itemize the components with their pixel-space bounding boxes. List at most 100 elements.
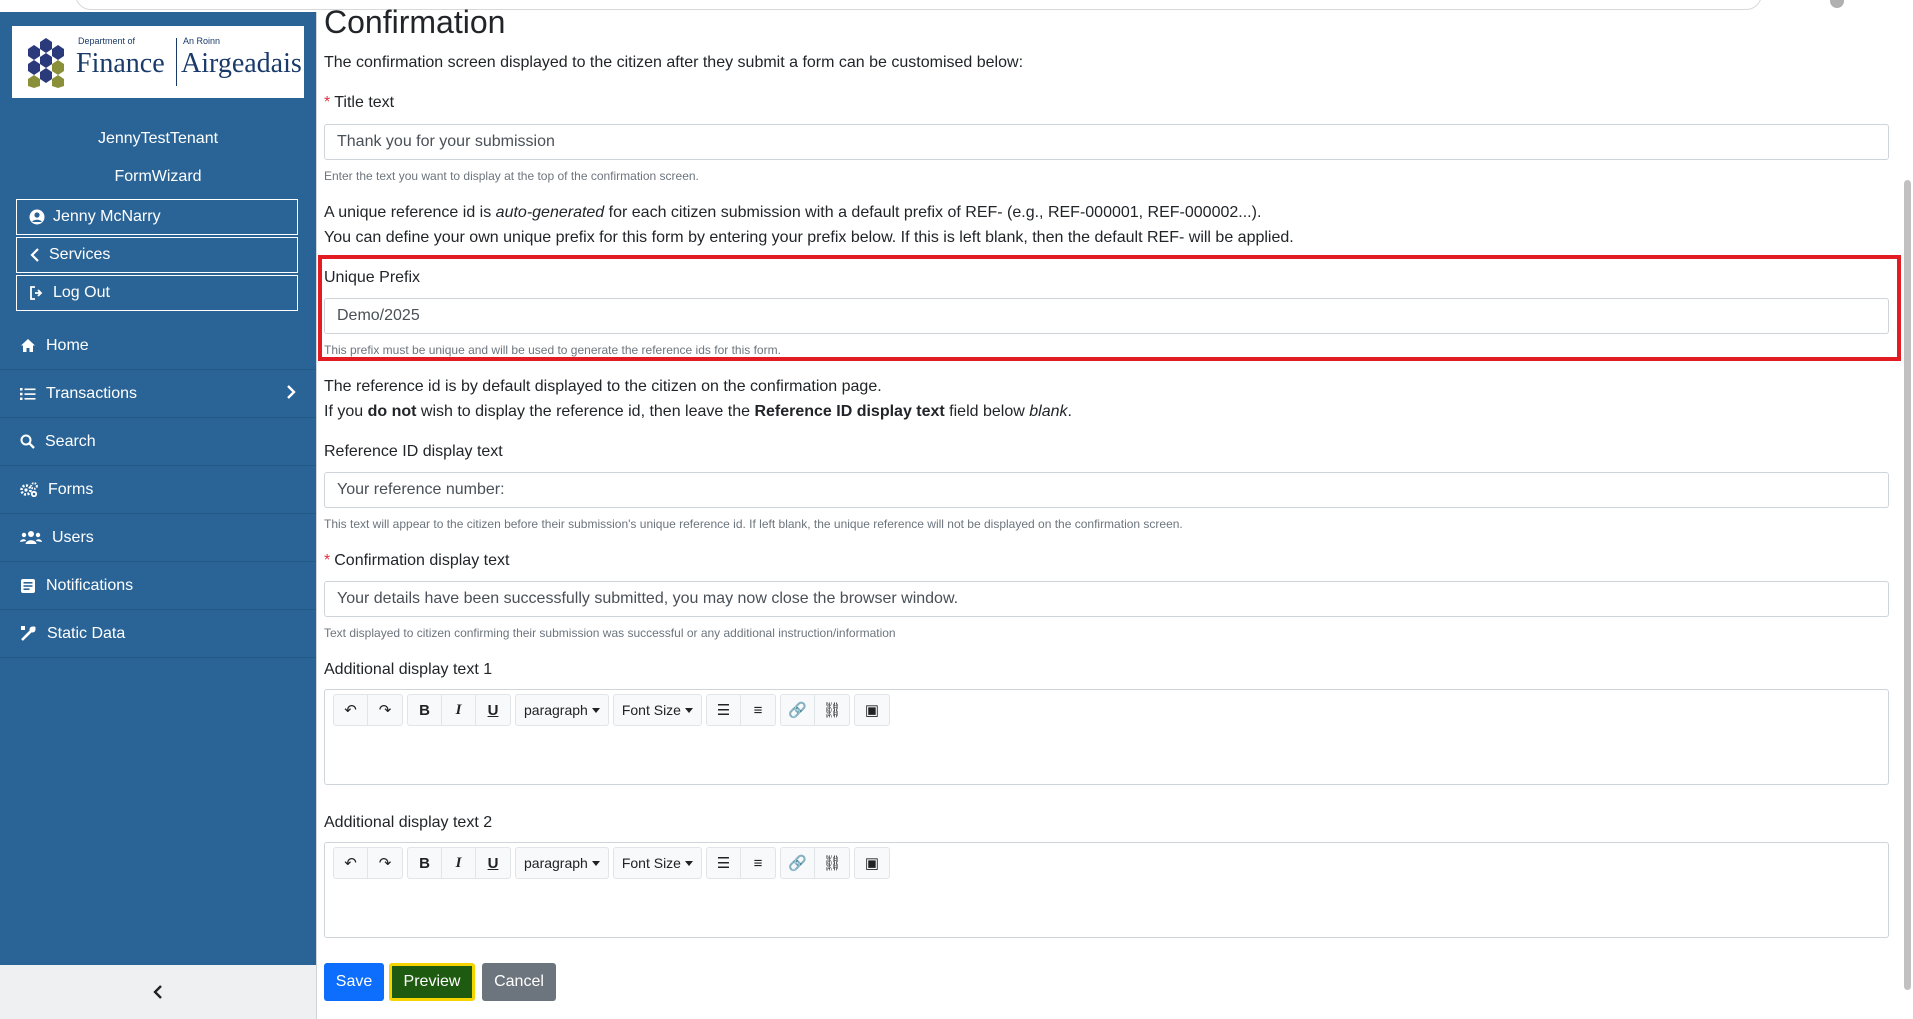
reference-id-display-value: Your reference number: — [337, 481, 505, 498]
confirmation-display-help: Text displayed to citizen confirming the… — [324, 626, 896, 640]
reference-info-line2: You can define your own unique prefix fo… — [324, 229, 1294, 246]
browser-toolbar — [0, 0, 1913, 12]
user-profile-button[interactable]: Jenny McNarry — [16, 199, 298, 235]
scrollbar-thumb[interactable] — [1904, 180, 1911, 990]
reference-display-info-line2: If you do not wish to display the refere… — [324, 403, 1072, 420]
format-group: B I U — [407, 847, 511, 879]
sidebar-item-search[interactable]: Search — [0, 418, 316, 466]
logout-button[interactable]: Log Out — [16, 275, 298, 311]
sidebar-item-label: Static Data — [47, 624, 126, 642]
title-text-value: Thank you for your submission — [337, 133, 555, 150]
sidebar-item-label: Transactions — [46, 384, 137, 402]
page-title: Confirmation — [324, 4, 506, 40]
services-button[interactable]: Services — [16, 237, 298, 273]
font-size-dropdown[interactable]: Font Size — [612, 847, 702, 879]
intro-text: The confirmation screen displayed to the… — [324, 54, 1024, 71]
undo-icon[interactable]: ↶ — [334, 695, 368, 725]
logout-label: Log Out — [53, 284, 110, 301]
numbered-list-icon[interactable]: ≡ — [741, 848, 775, 878]
caret-down-icon — [591, 860, 600, 866]
additional-text-1-editor[interactable]: ↶ ↷ B I U paragraph Font Size ☰ ≡ 🔗 ⛓ ▣ — [324, 689, 1889, 785]
sidebar-item-static-data[interactable]: Static Data — [0, 610, 316, 658]
italic-icon[interactable]: I — [442, 848, 476, 878]
chevron-left-icon — [30, 248, 39, 262]
sidebar-collapse-button[interactable] — [0, 965, 316, 1019]
cancel-button[interactable]: Cancel — [482, 963, 556, 1001]
reference-id-display-label: Reference ID display text — [324, 443, 503, 460]
reference-info-line1: A unique reference id is auto-generated … — [324, 204, 1262, 221]
sidebar-border — [316, 12, 317, 1019]
logo-department-label: Department of — [78, 36, 136, 46]
logo-finance-text: Finance — [76, 48, 165, 79]
required-asterisk: * — [324, 552, 331, 569]
envelope-icon — [21, 578, 35, 593]
caret-down-icon — [684, 860, 693, 866]
history-group: ↶ ↷ — [333, 847, 403, 879]
unlink-icon[interactable]: ⛓ — [815, 695, 849, 725]
paragraph-dropdown[interactable]: paragraph — [515, 694, 609, 726]
sidebar-item-users[interactable]: Users — [0, 514, 316, 562]
undo-icon[interactable]: ↶ — [334, 848, 368, 878]
chevron-right-icon — [287, 385, 296, 399]
preview-button[interactable]: Preview — [389, 963, 475, 1001]
unique-prefix-highlight — [318, 255, 1901, 361]
sidebar-item-notifications[interactable]: Notifications — [0, 562, 316, 610]
italic-icon[interactable]: I — [442, 695, 476, 725]
tools-icon — [21, 626, 36, 641]
bullet-list-icon[interactable]: ☰ — [707, 848, 741, 878]
reference-display-info-line1: The reference id is by default displayed… — [324, 378, 882, 395]
bold-icon[interactable]: B — [408, 695, 442, 725]
redo-icon[interactable]: ↷ — [368, 695, 402, 725]
reference-id-display-input[interactable]: Your reference number: — [324, 472, 1889, 508]
image-icon[interactable]: ▣ — [855, 848, 889, 878]
paragraph-dropdown[interactable]: paragraph — [515, 847, 609, 879]
title-text-input[interactable]: Thank you for your submission — [324, 124, 1889, 160]
confirmation-display-value: Your details have been successfully subm… — [337, 590, 959, 607]
link-group: 🔗 ⛓ — [779, 694, 850, 726]
title-text-label: * Title text — [324, 94, 395, 111]
additional-text-2-editor[interactable]: ↶ ↷ B I U paragraph Font Size ☰ ≡ 🔗 ⛓ ▣ — [324, 842, 1889, 938]
users-icon — [20, 531, 42, 544]
caret-down-icon — [591, 707, 600, 713]
caret-down-icon — [684, 707, 693, 713]
unlink-icon[interactable]: ⛓ — [815, 848, 849, 878]
editor-toolbar: ↶ ↷ B I U paragraph Font Size ☰ ≡ 🔗 ⛓ ▣ — [333, 847, 890, 879]
image-icon[interactable]: ▣ — [855, 695, 889, 725]
link-icon[interactable]: 🔗 — [781, 848, 815, 878]
list-icon — [20, 387, 36, 400]
title-text-help: Enter the text you want to display at th… — [324, 169, 699, 183]
sidebar-item-home[interactable]: Home — [0, 322, 316, 370]
image-group: ▣ — [853, 694, 890, 726]
list-group: ☰ ≡ — [705, 847, 776, 879]
underline-icon[interactable]: U — [476, 695, 510, 725]
list-group: ☰ ≡ — [705, 694, 776, 726]
numbered-list-icon[interactable]: ≡ — [741, 695, 775, 725]
sidebar-item-forms[interactable]: Forms — [0, 466, 316, 514]
app-name: FormWizard — [114, 168, 202, 185]
logo-irish-label: An Roinn — [183, 36, 221, 46]
reference-id-display-help: This text will appear to the citizen bef… — [324, 517, 1183, 531]
sidebar-item-label: Notifications — [46, 576, 134, 594]
additional-text-2-label: Additional display text 2 — [324, 814, 493, 831]
bullet-list-icon[interactable]: ☰ — [707, 695, 741, 725]
sidebar-item-transactions[interactable]: Transactions — [0, 370, 316, 418]
font-size-dropdown[interactable]: Font Size — [612, 694, 702, 726]
additional-text-1-label: Additional display text 1 — [324, 661, 493, 678]
image-group: ▣ — [853, 847, 890, 879]
confirmation-display-label: * Confirmation display text — [324, 552, 510, 569]
home-icon — [21, 339, 35, 352]
bold-icon[interactable]: B — [408, 848, 442, 878]
logo-irish-text: Airgeadais — [181, 48, 302, 79]
logo-divider — [176, 38, 177, 86]
profile-icon[interactable] — [1830, 0, 1844, 8]
save-button[interactable]: Save — [324, 963, 384, 1001]
required-asterisk: * — [324, 94, 331, 111]
cogs-icon — [20, 482, 38, 497]
confirmation-display-input[interactable]: Your details have been successfully subm… — [324, 581, 1889, 617]
chevron-left-icon — [153, 985, 162, 999]
link-group: 🔗 ⛓ — [779, 847, 850, 879]
underline-icon[interactable]: U — [476, 848, 510, 878]
link-icon[interactable]: 🔗 — [781, 695, 815, 725]
search-icon — [20, 434, 35, 449]
redo-icon[interactable]: ↷ — [368, 848, 402, 878]
